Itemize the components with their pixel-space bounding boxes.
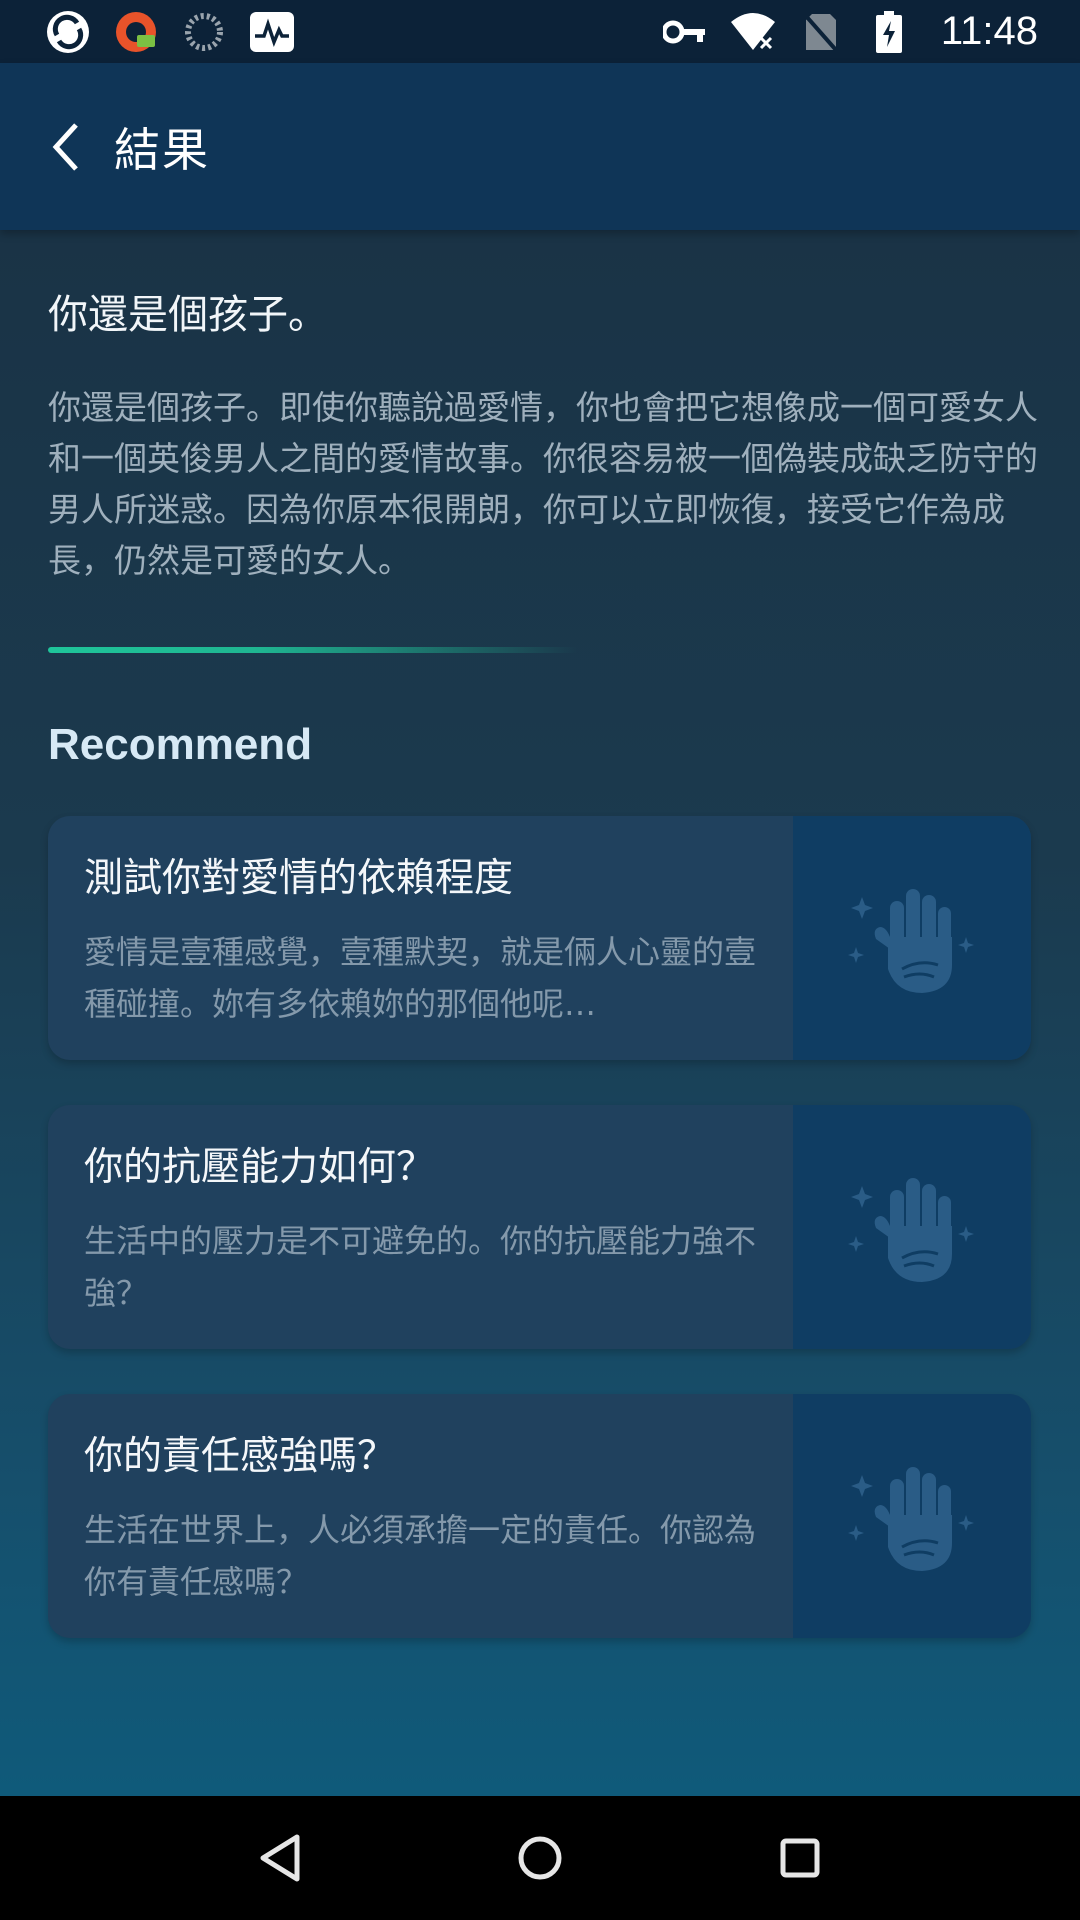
result-description: 你還是個孩子。即使你聽說過愛情，你也會把它想像成一個可愛女人和一個英俊男人之間的… xyxy=(48,388,1038,580)
no-sim-icon xyxy=(797,8,845,56)
loading-icon xyxy=(180,8,228,56)
back-button[interactable] xyxy=(30,111,102,183)
chevron-left-icon xyxy=(52,122,78,171)
nav-recents-button[interactable] xyxy=(760,1818,840,1898)
camera-app-icon xyxy=(112,8,160,56)
page-title: 結果 xyxy=(114,122,210,177)
nav-home-button[interactable] xyxy=(500,1818,580,1898)
card-thumbnail xyxy=(793,1394,1031,1638)
vpn-key-icon xyxy=(661,8,709,56)
recents-square-icon xyxy=(780,1838,820,1878)
card-title: 你的抗壓能力如何？ xyxy=(84,1145,436,1190)
card-thumbnail xyxy=(793,816,1031,1060)
palm-hand-icon xyxy=(848,1178,974,1282)
palm-hand-icon xyxy=(848,1467,974,1571)
result-content[interactable]: 你還是個孩子。 你還是個孩子。即使你聽說過愛情，你也會把它想像成一個可愛女人和一… xyxy=(0,230,1080,1796)
status-bar: 11:48 xyxy=(0,0,1080,63)
status-right-icons: 11:48 xyxy=(661,8,1038,56)
palm-hand-icon xyxy=(848,889,974,993)
battery-charging-icon xyxy=(865,8,913,56)
card-description: 生活在世界上，人必須承擔一定的責任。你認為你有責任感嗎？ xyxy=(84,1511,757,1601)
recommend-card[interactable]: 測試你對愛情的依賴程度 愛情是壹種感覺，壹種默契，就是倆人心靈的壹種碰撞。妳有多… xyxy=(48,816,1031,1060)
card-description: 生活中的壓力是不可避免的。你的抗壓能力強不強？ xyxy=(84,1222,757,1312)
status-time: 11:48 xyxy=(940,9,1038,53)
navigation-bar xyxy=(0,1796,1080,1920)
back-triangle-icon xyxy=(260,1834,300,1882)
card-title: 測試你對愛情的依賴程度 xyxy=(84,856,514,901)
status-left-icons xyxy=(44,8,296,56)
nav-back-button[interactable] xyxy=(240,1818,320,1898)
home-circle-icon xyxy=(518,1836,562,1880)
recommend-card[interactable]: 你的抗壓能力如何？ 生活中的壓力是不可避免的。你的抗壓能力強不強？ xyxy=(48,1105,1031,1349)
card-title: 你的責任感強嗎？ xyxy=(84,1434,397,1479)
sync-app-icon xyxy=(44,8,92,56)
card-description: 愛情是壹種感覺，壹種默契，就是倆人心靈的壹種碰撞。妳有多依賴妳的那個他呢… xyxy=(84,933,757,1023)
accent-divider xyxy=(48,647,578,653)
recommend-card[interactable]: 你的責任感強嗎？ 生活在世界上，人必須承擔一定的責任。你認為你有責任感嗎？ xyxy=(48,1394,1031,1638)
activity-app-icon xyxy=(248,8,296,56)
result-title: 你還是個孩子。 xyxy=(48,292,328,338)
app-bar: 結果 xyxy=(0,63,1080,230)
wifi-off-icon xyxy=(729,8,777,56)
recommend-heading: Recommend xyxy=(48,720,313,769)
card-thumbnail xyxy=(793,1105,1031,1349)
